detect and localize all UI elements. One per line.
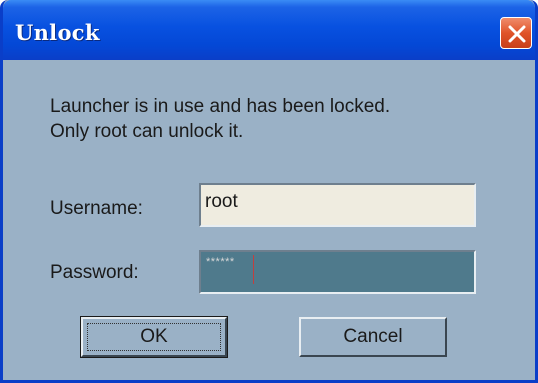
lock-message: Launcher is in use and has been locked. …: [50, 94, 390, 144]
window-title: Unlock: [15, 20, 100, 45]
password-label: Password:: [50, 262, 139, 283]
password-field[interactable]: [199, 250, 476, 294]
message-line-2: Only root can unlock it.: [50, 121, 244, 142]
unlock-dialog: Unlock Launcher is in use and has been l…: [0, 0, 538, 383]
message-line-1: Launcher is in use and has been locked.: [50, 96, 391, 117]
close-icon: [508, 25, 526, 43]
title-bar[interactable]: Unlock: [3, 0, 535, 60]
username-label: Username:: [50, 198, 143, 219]
username-field[interactable]: root: [199, 183, 476, 227]
ok-button-label: OK: [140, 326, 168, 347]
ok-button[interactable]: OK: [80, 316, 228, 358]
cancel-button-label: Cancel: [343, 326, 403, 347]
close-button[interactable]: [500, 17, 532, 49]
text-caret: [253, 255, 254, 284]
cancel-button[interactable]: Cancel: [299, 317, 447, 357]
password-mask: ******: [206, 256, 235, 268]
